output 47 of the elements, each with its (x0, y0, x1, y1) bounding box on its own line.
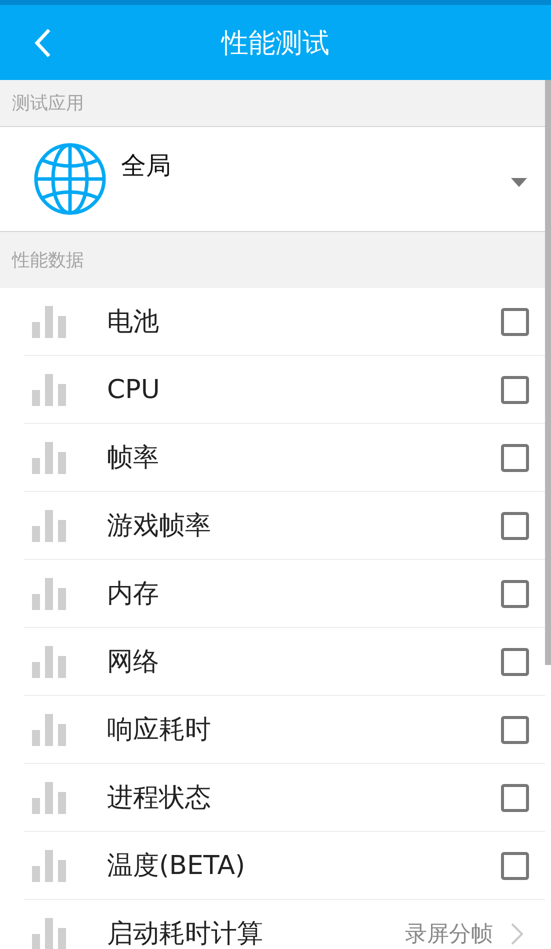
checkbox[interactable] (501, 716, 529, 744)
metric-row[interactable]: 帧率 (24, 424, 545, 492)
metric-row[interactable]: 进程状态 (24, 764, 545, 832)
globe-icon (33, 142, 107, 216)
metric-label: 电池 (107, 306, 159, 339)
app-name: 全局 (121, 150, 171, 182)
bar-chart-icon (32, 646, 66, 678)
metric-label: 响应耗时 (107, 714, 211, 747)
bar-chart-icon (32, 578, 66, 610)
metric-label: 游戏帧率 (107, 510, 211, 543)
checkbox[interactable] (501, 308, 529, 336)
chevron-right-icon (511, 922, 523, 944)
bar-chart-icon (32, 442, 66, 474)
metric-row[interactable]: 游戏帧率 (24, 492, 545, 560)
bar-chart-icon (32, 850, 66, 882)
metric-row[interactable]: 网络 (24, 628, 545, 696)
bar-chart-icon (32, 918, 66, 949)
checkbox[interactable] (501, 852, 529, 880)
screen-title: 性能测试 (222, 26, 330, 60)
metric-label: CPU (107, 374, 160, 404)
checkbox[interactable] (501, 784, 529, 812)
bar-chart-icon (32, 306, 66, 338)
metric-row[interactable]: 响应耗时 (24, 696, 545, 764)
metric-label: 温度(BETA) (107, 850, 246, 883)
metric-row[interactable]: CPU (24, 356, 545, 424)
metric-label: 网络 (107, 646, 159, 679)
bar-chart-icon (32, 714, 66, 746)
metric-row[interactable]: 内存 (24, 560, 545, 628)
checkbox[interactable] (501, 376, 529, 404)
checkbox[interactable] (501, 512, 529, 540)
bar-chart-icon (32, 374, 66, 406)
checkbox[interactable] (501, 580, 529, 608)
bar-chart-icon (32, 782, 66, 814)
scrollbar[interactable] (545, 80, 551, 665)
metric-row[interactable]: 启动耗时计算 录屏分帧 (24, 900, 545, 949)
metric-row[interactable]: 电池 (24, 288, 545, 356)
metric-value: 录屏分帧 (405, 920, 493, 948)
bar-chart-icon (32, 510, 66, 542)
metric-label: 内存 (107, 578, 159, 611)
checkbox[interactable] (501, 648, 529, 676)
metric-label: 启动耗时计算 (107, 918, 263, 949)
metric-label: 进程状态 (107, 782, 211, 815)
dropdown-caret-icon (511, 178, 527, 186)
back-icon (34, 28, 52, 58)
metric-label: 帧率 (107, 442, 159, 475)
checkbox[interactable] (501, 444, 529, 472)
metric-row[interactable]: 温度(BETA) (24, 832, 545, 900)
